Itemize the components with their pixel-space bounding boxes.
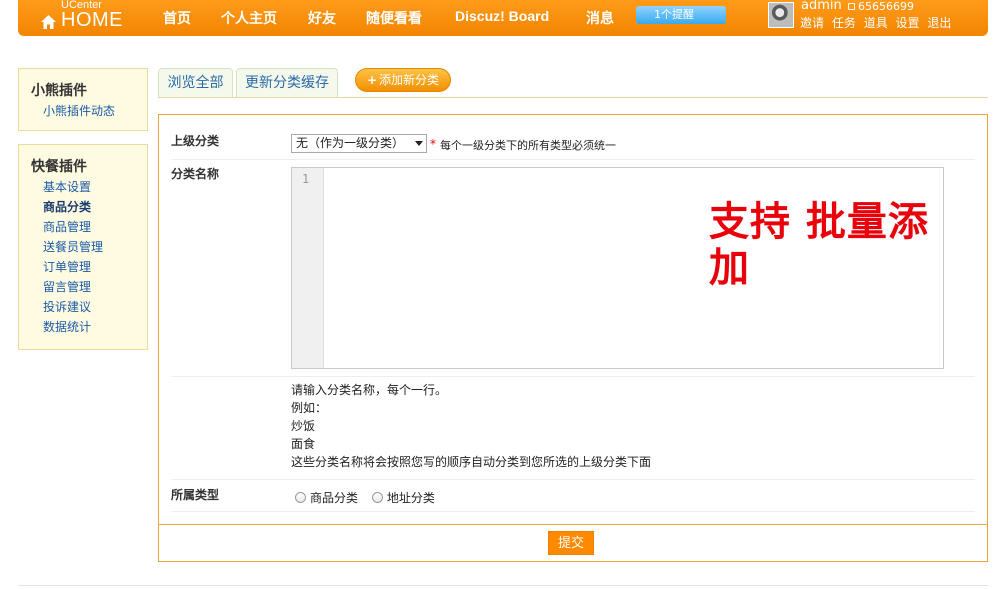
sidebar-box-bear-plugin: 小熊插件 小熊插件动态 <box>18 68 148 131</box>
notification-badge[interactable]: 1个提醒 <box>636 6 726 24</box>
submit-divider <box>159 524 987 525</box>
link-tasks[interactable]: 任务 <box>832 16 856 30</box>
coin-icon <box>848 3 855 10</box>
row-divider <box>171 479 975 480</box>
note-line: 面食 <box>291 437 316 451</box>
chevron-down-icon <box>415 141 423 146</box>
nav-friends[interactable]: 好友 <box>308 8 336 28</box>
parent-category-hint: 每个一级分类下的所有类型必须统一 <box>440 139 616 152</box>
add-category-label: 添加新分类 <box>379 73 440 87</box>
type-radio-group: 商品分类 地址分类 <box>295 489 445 506</box>
tab-refresh-cache[interactable]: 更新分类缓存 <box>236 68 338 98</box>
sidebar-title: 快餐插件 <box>31 159 87 175</box>
footer-divider <box>18 585 988 586</box>
row-divider <box>171 376 975 377</box>
radio-label-address[interactable]: 地址分类 <box>387 491 435 505</box>
tab-browse-all[interactable]: 浏览全部 <box>158 68 233 98</box>
parent-category-value: 无（作为一级分类） <box>296 136 405 150</box>
home-logo[interactable]: UCenter HOME <box>40 0 130 36</box>
link-logout[interactable]: 退出 <box>927 16 951 30</box>
sidebar-box-fastfood-plugin: 快餐插件 基本设置 商品分类 商品管理 送餐员管理 订单管理 留言管理 投诉建议… <box>18 144 148 350</box>
note-line: 炒饭 <box>291 419 316 433</box>
note-line: 这些分类名称将会按照您写的顺序自动分类到您所选的上级分类下面 <box>291 455 652 469</box>
radio-address-category[interactable] <box>371 492 383 503</box>
category-name-label: 分类名称 <box>171 167 220 181</box>
submit-button[interactable]: 提交 <box>548 531 594 555</box>
home-icon <box>41 15 56 29</box>
nav-home[interactable]: 首页 <box>163 8 191 28</box>
category-form-panel: 上级分类 无（作为一级分类） * 每个一级分类下的所有类型必须统一 分类名称 1… <box>158 114 988 562</box>
link-invite[interactable]: 邀请 <box>800 16 824 30</box>
sidebar-item-delivery-staff[interactable]: 送餐员管理 <box>19 237 147 257</box>
tabs-divider <box>158 97 988 98</box>
note-line: 请输入分类名称，每个一行。 <box>291 383 448 397</box>
batch-add-overlay-text: 支持 批量添加 <box>709 199 929 291</box>
user-name[interactable]: admin <box>801 0 842 13</box>
row-divider <box>171 511 975 512</box>
radio-product-category[interactable] <box>295 492 306 503</box>
link-settings[interactable]: 设置 <box>896 16 920 30</box>
logo-big-text: HOME <box>61 9 123 31</box>
line-number: 1 <box>302 172 310 186</box>
nav-browse[interactable]: 随便看看 <box>366 8 422 28</box>
sidebar-item-basic-settings[interactable]: 基本设置 <box>19 177 147 197</box>
parent-category-select[interactable]: 无（作为一级分类） <box>291 134 427 153</box>
type-label: 所属类型 <box>171 488 220 502</box>
plus-icon: + <box>366 73 378 87</box>
sidebar-item-bear-news[interactable]: 小熊插件动态 <box>19 101 147 121</box>
radio-label-product[interactable]: 商品分类 <box>310 491 358 505</box>
sidebar-item-statistics[interactable]: 数据统计 <box>19 317 147 337</box>
category-name-notes: 请输入分类名称，每个一行。 例如： 炒饭 面食 这些分类名称将会按照您写的顺序自… <box>291 381 651 471</box>
parent-category-label: 上级分类 <box>171 134 220 148</box>
sidebar-item-product-category[interactable]: 商品分类 <box>19 197 147 217</box>
credit-display: 65656699 <box>848 0 914 13</box>
line-number-gutter: 1 <box>292 168 324 368</box>
link-props[interactable]: 道具 <box>864 16 888 30</box>
sidebar-item-product-management[interactable]: 商品管理 <box>19 217 147 237</box>
credit-value: 65656699 <box>858 0 914 13</box>
add-category-button[interactable]: + 添加新分类 <box>355 68 451 92</box>
nav-profile[interactable]: 个人主页 <box>221 8 277 28</box>
sidebar-item-message-management[interactable]: 留言管理 <box>19 277 147 297</box>
avatar[interactable] <box>768 2 794 28</box>
top-header: UCenter HOME 首页 个人主页 好友 随便看看 Discuz! Boa… <box>18 0 988 36</box>
sidebar-item-complaints[interactable]: 投诉建议 <box>19 297 147 317</box>
nav-discuz-board[interactable]: Discuz! Board <box>455 8 549 24</box>
sidebar-item-order-management[interactable]: 订单管理 <box>19 257 147 277</box>
nav-messages[interactable]: 消息 <box>586 8 614 28</box>
row-divider <box>171 159 975 160</box>
user-links: 邀请 任务 道具 设置 退出 <box>800 14 955 31</box>
sidebar-title: 小熊插件 <box>31 83 87 99</box>
required-marker: * <box>430 137 436 151</box>
note-line: 例如： <box>291 401 328 415</box>
